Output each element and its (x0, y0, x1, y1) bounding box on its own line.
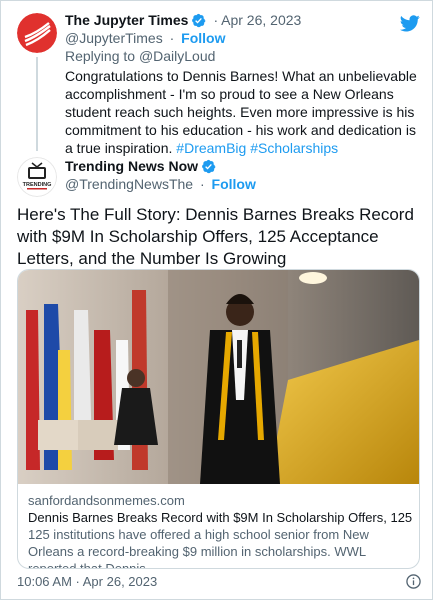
hashtag-link[interactable]: #DreamBig (176, 140, 246, 156)
tweet-timestamp[interactable]: 10:06 AM · Apr 26, 2023 (17, 573, 157, 590)
author-handle[interactable]: @JupyterTimes (65, 30, 163, 46)
tweet-text: Congratulations to Dennis Barnes! What a… (65, 67, 421, 157)
card-title[interactable]: Dennis Barnes Breaks Record with $9M In … (28, 509, 412, 526)
author-handle[interactable]: @TrendingNewsThe (65, 176, 193, 192)
link-card[interactable]: sanfordandsonmemes.com Dennis Barnes Bre… (17, 269, 420, 569)
reply-handle[interactable]: @DailyLoud (139, 48, 215, 64)
separator-dot: · (199, 176, 205, 192)
avatar[interactable]: TRENDING (17, 157, 57, 197)
tweet-headline: Here's The Full Story: Dennis Barnes Bre… (17, 205, 414, 268)
author-name[interactable]: The Jupyter Times (65, 11, 188, 29)
thread-line (36, 57, 38, 151)
follow-button[interactable]: Follow (181, 30, 225, 46)
verified-badge-icon (192, 13, 206, 27)
avatar[interactable] (17, 13, 57, 53)
tweet-date[interactable]: Apr 26, 2023 (221, 11, 301, 29)
tweet-footer: 10:06 AM · Apr 26, 2023 (17, 573, 421, 590)
verified-badge-icon (202, 159, 216, 173)
card-domain[interactable]: sanfordandsonmemes.com (28, 492, 412, 509)
reply-prefix: Replying to (65, 48, 136, 64)
card-description: 125 institutions have offered a high sch… (28, 527, 369, 569)
follow-button[interactable]: Follow (212, 176, 256, 192)
reply-context: Replying to @DailyLoud (65, 47, 395, 65)
hashtag-link[interactable]: #Scholarships (250, 140, 338, 156)
svg-text:TRENDING: TRENDING (23, 182, 52, 188)
author-name[interactable]: Trending News Now (65, 157, 198, 175)
tweet-embed: The Jupyter Times · Apr 26, 2023 @Jupyte… (0, 0, 433, 600)
card-text[interactable]: sanfordandsonmemes.com Dennis Barnes Bre… (28, 492, 412, 569)
info-icon[interactable] (406, 574, 421, 589)
separator-dot: · (213, 12, 219, 28)
card-image[interactable] (18, 270, 419, 484)
twitter-bird-icon[interactable] (400, 15, 420, 32)
